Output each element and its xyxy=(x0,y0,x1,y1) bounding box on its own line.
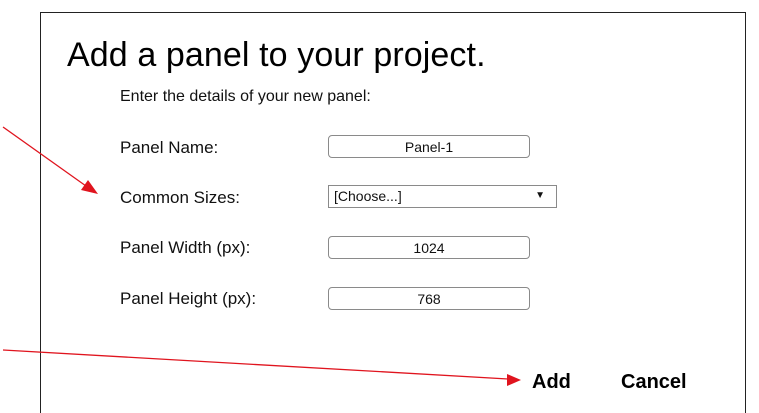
panel-height-input[interactable] xyxy=(328,287,530,310)
panel-width-label: Panel Width (px): xyxy=(120,238,251,257)
add-button[interactable]: Add xyxy=(532,371,571,394)
cancel-button[interactable]: Cancel xyxy=(621,371,687,394)
dialog-subtitle: Enter the details of your new panel: xyxy=(120,88,371,105)
screen: Add a panel to your project. Enter the d… xyxy=(0,0,759,413)
panel-height-label: Panel Height (px): xyxy=(120,289,257,308)
add-panel-dialog: Add a panel to your project. Enter the d… xyxy=(40,12,746,413)
dialog-title: Add a panel to your project. xyxy=(67,36,486,74)
chevron-down-icon: ▼ xyxy=(535,190,545,201)
panel-width-input[interactable] xyxy=(328,236,530,259)
panel-name-label: Panel Name: xyxy=(120,138,219,157)
common-sizes-label: Common Sizes: xyxy=(120,188,240,207)
panel-name-input[interactable] xyxy=(328,135,530,158)
common-sizes-select[interactable]: [Choose...] ▼ xyxy=(328,185,557,208)
common-sizes-selected-value: [Choose...] xyxy=(334,188,402,204)
